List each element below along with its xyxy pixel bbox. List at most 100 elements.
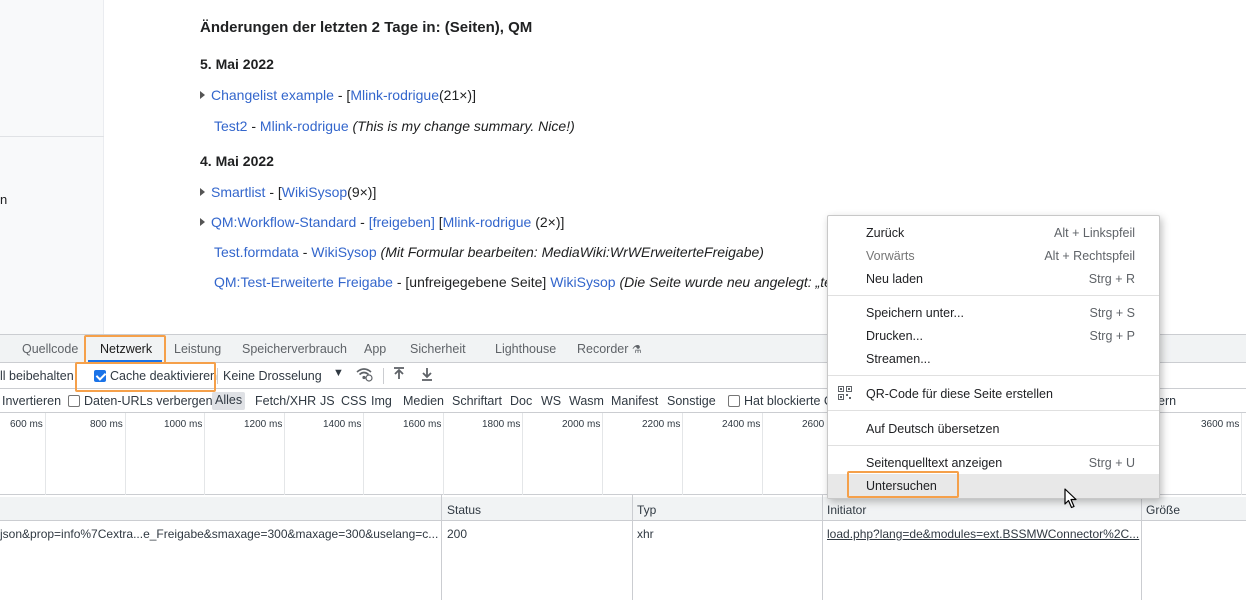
menu-item-qr-code[interactable]: QR-Code für diese Seite erstellen [828,383,1159,405]
qr-code-icon [838,386,852,400]
import-har-icon[interactable] [392,366,406,385]
user-link[interactable]: Mlink-rodrigue [260,118,349,134]
request-name[interactable]: json&prop=info%7Cextra...e_Freigabe&smax… [0,527,438,541]
change-entry: Test2 - Mlink-rodrigue (This is my chang… [214,118,575,134]
filter-font[interactable]: Schriftart [452,394,502,408]
menu-item-save-as[interactable]: Speichern unter... Strg + S [828,302,1159,324]
export-har-icon[interactable] [420,366,434,385]
filter-doc[interactable]: Doc [510,394,532,408]
column-initiator[interactable]: Initiator [827,503,866,517]
timeline-tick: 1800 ms [482,419,521,430]
filter-fetch-xhr[interactable]: Fetch/XHR [255,394,316,408]
timeline-tick: 3600 ms [1201,419,1240,430]
separator: - [356,214,369,230]
filter-other[interactable]: Sonstige [667,394,716,408]
sidebar-text-fragment: n [0,192,8,207]
request-initiator-link[interactable]: load.php?lang=de&modules=ext.BSSMWConnec… [827,527,1139,541]
change-entry: Changelist example - [Mlink-rodrigue(21×… [200,87,476,103]
column-type[interactable]: Typ [637,503,656,517]
table-row[interactable]: json&prop=info%7Cextra...e_Freigabe&smax… [0,523,1246,545]
menu-item-reload[interactable]: Neu laden Strg + R [828,268,1159,290]
menu-item-label: Drucken... [866,329,923,343]
network-conditions-icon[interactable] [355,366,373,385]
invert-filter[interactable]: Invertieren [2,394,61,408]
tab-application[interactable]: App [364,342,386,356]
menu-item-print[interactable]: Drucken... Strg + P [828,325,1159,347]
timeline-gridline [602,413,603,495]
page-link[interactable]: Changelist example [211,87,334,103]
day-heading: 5. Mai 2022 [200,56,274,72]
timeline-gridline [125,413,126,495]
menu-separator [828,295,1159,296]
tab-recorder[interactable]: Recorder ⚗ [577,342,642,356]
column-size[interactable]: Größe [1146,503,1180,517]
page-link[interactable]: QM:Test-Erweiterte Freigabe [214,274,393,290]
menu-item-shortcut: Alt + Rechtspfeil [1044,249,1135,263]
separator: - [298,244,312,260]
page-link[interactable]: QM:Workflow-Standard [211,214,356,230]
timeline-tick: 1000 ms [164,419,203,430]
edit-count: (2×) [535,214,561,230]
menu-item-shortcut: Strg + P [1089,329,1135,343]
filter-media[interactable]: Medien [403,394,444,408]
left-sidebar: n [0,0,104,334]
menu-separator [828,410,1159,411]
change-entry: QM:Workflow-Standard - [freigeben] [Mlin… [200,214,564,230]
filter-all[interactable]: Alles [212,392,246,410]
request-type: xhr [637,527,654,541]
user-link[interactable]: WikiSysop [282,184,347,200]
tab-security[interactable]: Sicherheit [410,342,466,356]
expand-triangle-icon[interactable] [200,91,205,99]
has-blocked-cookies-label: Hat blockierte C [744,394,833,408]
tab-sources[interactable]: Quellcode [22,342,78,356]
menu-item-cast[interactable]: Streamen... [828,348,1159,370]
requests-table-header: Status Typ Initiator Größe [0,497,1246,521]
filter-wasm[interactable]: Wasm [569,394,604,408]
expand-triangle-icon[interactable] [200,218,205,226]
filter-js[interactable]: JS [320,394,335,408]
toolbar-divider [217,368,218,384]
timeline-tick: 800 ms [90,419,123,430]
menu-item-label: Zurück [866,226,905,240]
menu-item-label: Auf Deutsch übersetzen [866,422,1000,436]
user-link[interactable]: WikiSysop [311,244,376,260]
column-status[interactable]: Status [447,503,481,517]
page-link[interactable]: Test2 [214,118,247,134]
status-link[interactable]: [freigeben] [369,214,435,230]
highlight-box-disable-cache [75,362,216,392]
sidebar-divider [0,136,104,137]
page-link[interactable]: Test.formdata [214,244,299,260]
hide-data-urls-checkbox[interactable]: Daten-URLs verbergen [68,394,213,408]
user-link[interactable]: WikiSysop [550,274,615,290]
timeline-tick: 600 ms [10,419,43,430]
filter-ws[interactable]: WS [541,394,561,408]
tab-lighthouse[interactable]: Lighthouse [495,342,556,356]
edit-summary: (Mit Formular bearbeiten: MediaWiki:WrWE… [380,244,764,260]
menu-item-forward[interactable]: Vorwärts Alt + Rechtspfeil [828,245,1159,267]
checkbox-unchecked-icon[interactable] [68,395,80,407]
timeline-gridline [522,413,523,495]
throttling-select[interactable]: Keine Drosselung [223,369,322,383]
tab-performance[interactable]: Leistung [174,342,221,356]
tab-memory[interactable]: Speicherverbrauch [242,342,347,356]
separator: - [333,87,347,103]
menu-item-back[interactable]: Zurück Alt + Linkspfeil [828,222,1159,244]
page-link[interactable]: Smartlist [211,184,265,200]
preserve-log-label[interactable]: ll beibehalten [0,369,74,383]
menu-item-label: QR-Code für diese Seite erstellen [866,387,1053,401]
filter-manifest[interactable]: Manifest [611,394,658,408]
column-divider [632,495,633,600]
menu-item-shortcut: Alt + Linkspfeil [1054,226,1135,240]
recent-changes-content: Änderungen der letzten 2 Tage in: (Seite… [200,0,852,334]
chevron-down-icon[interactable]: ▼ [333,367,344,379]
filter-css[interactable]: CSS [341,394,367,408]
menu-item-translate[interactable]: Auf Deutsch übersetzen [828,418,1159,440]
menu-separator [828,375,1159,376]
expand-triangle-icon[interactable] [200,188,205,196]
user-link[interactable]: Mlink-rodrigue [443,214,532,230]
has-blocked-cookies-checkbox[interactable]: Hat blockierte C [728,394,833,408]
checkbox-unchecked-icon[interactable] [728,395,740,407]
timeline-gridline [1241,413,1242,495]
filter-img[interactable]: Img [371,394,392,408]
user-link[interactable]: Mlink-rodrigue [350,87,439,103]
